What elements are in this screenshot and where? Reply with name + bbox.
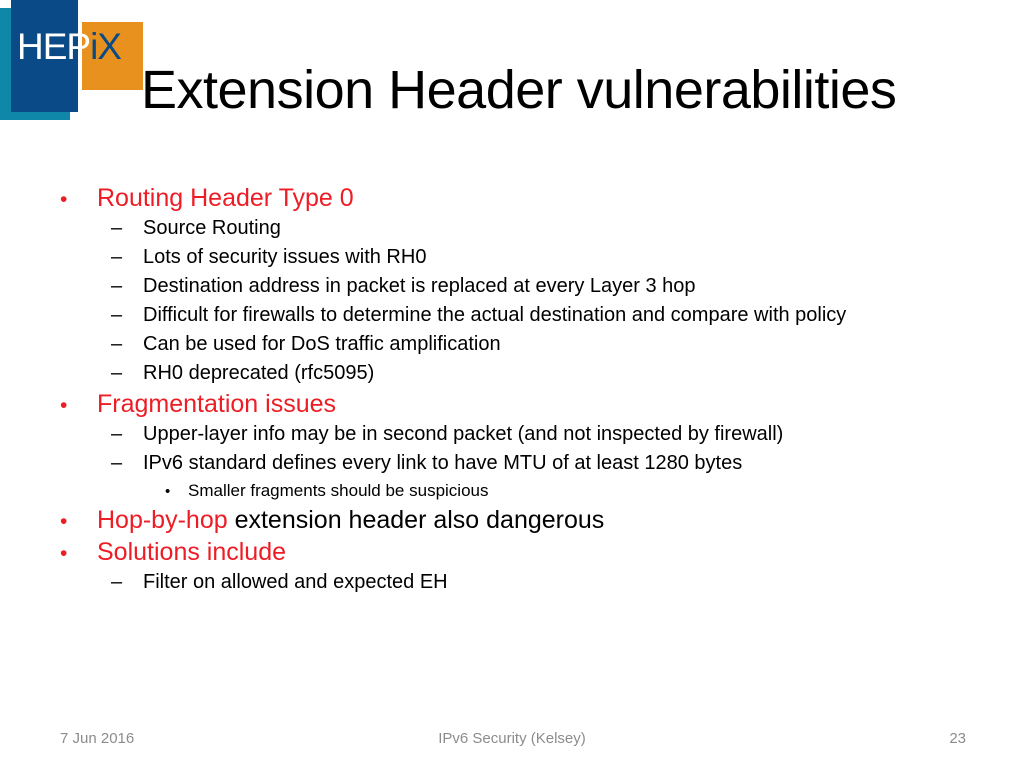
bullet-text: RH0 deprecated (rfc5095) — [143, 362, 375, 384]
bullet-level1: • Routing Header Type 0 — [55, 186, 975, 211]
bullet-text: Upper-layer info may be in second packet… — [143, 423, 784, 445]
bullet-marker-dash: – — [111, 423, 123, 445]
bullet-level2: – Lots of security issues with RH0 — [55, 247, 975, 267]
bullet-text: Solutions include — [97, 538, 287, 566]
bullet-text: Source Routing — [143, 217, 281, 239]
bullet-level2: – Filter on allowed and expected EH — [55, 572, 975, 592]
bullet-text: Lots of security issues with RH0 — [143, 246, 427, 268]
bullet-text: Destination address in packet is replace… — [143, 275, 696, 297]
slide-number: 23 — [949, 730, 966, 747]
bullet-marker-disc: • — [60, 542, 68, 565]
logo-wordmark: HEPiX — [17, 26, 122, 67]
bullet-level3: • Smaller fragments should be suspicious — [55, 482, 975, 499]
logo-wordmark-ix: iX — [90, 26, 122, 67]
bullet-text-highlight: Hop-by-hop — [97, 506, 228, 534]
bullet-marker-dash: – — [111, 304, 123, 326]
bullet-marker-disc: • — [60, 394, 68, 417]
bullet-marker-dash: – — [111, 246, 123, 268]
bullet-level2: – Source Routing — [55, 218, 975, 238]
bullet-text: Routing Header Type 0 — [97, 184, 354, 212]
bullet-marker-dash: – — [111, 333, 123, 355]
bullet-level2: – Upper-layer info may be in second pack… — [55, 424, 975, 444]
bullet-level2: – Difficult for firewalls to determine t… — [55, 305, 975, 325]
bullet-marker-disc: • — [60, 510, 68, 533]
bullet-text: IPv6 standard defines every link to have… — [143, 452, 743, 474]
bullet-level2: – Destination address in packet is repla… — [55, 276, 975, 296]
logo-wordmark-hep: HEP — [17, 26, 91, 67]
bullet-marker-dash: – — [111, 275, 123, 297]
bullet-marker-dash: – — [111, 452, 123, 474]
bullet-text-plain: extension header also dangerous — [227, 506, 605, 534]
bullet-text: Can be used for DoS traffic amplificatio… — [143, 333, 501, 355]
footer-title: IPv6 Security (Kelsey) — [438, 730, 586, 747]
bullet-level2: – Can be used for DoS traffic amplificat… — [55, 334, 975, 354]
bullet-text: Hop-by-hop extension header also dangero… — [97, 508, 975, 533]
bullet-level2: – RH0 deprecated (rfc5095) — [55, 363, 975, 383]
slide: HEPiX Extension Header vulnerabilities •… — [0, 0, 1024, 768]
bullet-marker-disc-small: • — [165, 483, 171, 500]
slide-body: • Routing Header Type 0 – Source Routing… — [55, 186, 975, 601]
bullet-marker-disc: • — [60, 188, 68, 211]
bullet-level1: • Hop-by-hop extension header also dange… — [55, 508, 975, 533]
hepix-logo: HEPiX — [0, 0, 150, 125]
slide-title: Extension Header vulnerabilities — [141, 60, 897, 120]
bullet-text: Filter on allowed and expected EH — [143, 571, 448, 593]
bullet-level2: – IPv6 standard defines every link to ha… — [55, 453, 975, 473]
bullet-level1: • Solutions include — [55, 540, 975, 565]
bullet-marker-dash: – — [111, 362, 123, 384]
bullet-level1: • Fragmentation issues — [55, 392, 975, 417]
bullet-marker-dash: – — [111, 571, 123, 593]
bullet-text: Difficult for firewalls to determine the… — [143, 304, 847, 326]
slide-footer: 7 Jun 2016 IPv6 Security (Kelsey) 23 — [0, 730, 1024, 750]
bullet-text: Fragmentation issues — [97, 390, 337, 418]
bullet-text: Smaller fragments should be suspicious — [188, 481, 489, 500]
bullet-marker-dash: – — [111, 217, 123, 239]
